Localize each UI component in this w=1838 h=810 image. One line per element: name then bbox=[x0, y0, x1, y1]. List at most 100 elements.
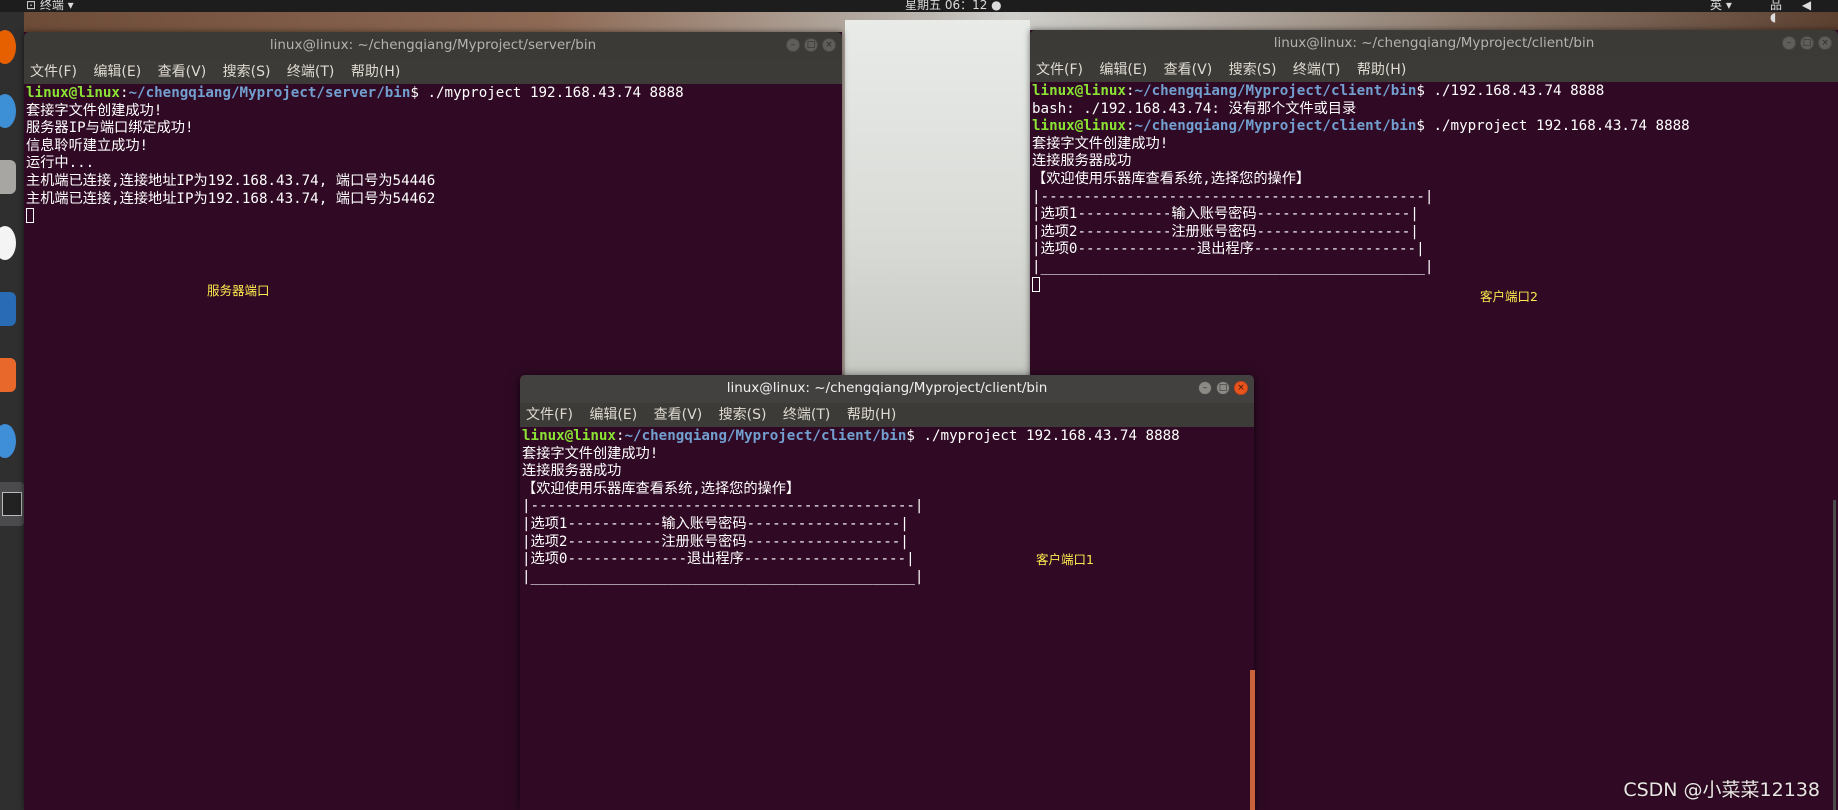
output-line: 服务器IP与端口绑定成功! bbox=[26, 120, 194, 137]
terminal-dock-icon[interactable] bbox=[0, 482, 24, 526]
writer-icon[interactable] bbox=[0, 292, 16, 326]
menu-box-line: |选项2-----------注册账号密码------------------| bbox=[1032, 223, 1419, 240]
menu-view[interactable]: 查看(V) bbox=[1164, 62, 1213, 78]
client1-terminal-window[interactable]: linux@linux: ~/chengqiang/Myproject/clie… bbox=[520, 375, 1255, 810]
output-line: 运行中... bbox=[26, 155, 95, 172]
menu-box-line: |---------------------------------------… bbox=[522, 498, 924, 515]
output-line: 【欢迎使用乐器库查看系统,选择您的操作】 bbox=[1032, 170, 1311, 187]
menu-search[interactable]: 搜索(S) bbox=[719, 407, 767, 423]
prompt-user: linux@linux bbox=[1032, 83, 1126, 99]
cursor-line bbox=[26, 208, 842, 226]
output-line: 信息聆听建立成功! bbox=[26, 137, 149, 154]
client2-menubar: 文件(F) 编辑(E) 查看(V) 搜索(S) 终端(T) 帮助(H) bbox=[1030, 58, 1838, 82]
client2-port-note: 客户端口2 bbox=[1480, 289, 1538, 304]
window-title: linux@linux: ~/chengqiang/Myproject/serv… bbox=[269, 37, 597, 53]
menu-box-line: |选项0--------------退出程序------------------… bbox=[522, 551, 915, 568]
desktop-wallpaper-center bbox=[845, 20, 1030, 380]
minimize-button[interactable]: – bbox=[1198, 381, 1212, 395]
client2-titlebar[interactable]: linux@linux: ~/chengqiang/Myproject/clie… bbox=[1030, 30, 1838, 58]
menu-edit[interactable]: 编辑(E) bbox=[1099, 62, 1147, 78]
output-line: 【欢迎使用乐器库查看系统,选择您的操作】 bbox=[522, 480, 801, 497]
output-line: 套接字文件创建成功! bbox=[522, 445, 659, 462]
text-cursor bbox=[26, 208, 34, 224]
prompt-line: linux@linux:~/chengqiang/Myproject/serve… bbox=[26, 85, 684, 101]
close-button[interactable]: × bbox=[1234, 381, 1248, 395]
output-line: 主机端已连接,连接地址IP为192.168.43.74, 端口号为54462 bbox=[26, 190, 436, 207]
prompt-line: linux@linux:~/chengqiang/Myproject/clien… bbox=[522, 428, 1180, 444]
output-line: 套接字文件创建成功! bbox=[26, 102, 163, 119]
client1-menubar: 文件(F) 编辑(E) 查看(V) 搜索(S) 终端(T) 帮助(H) bbox=[520, 403, 1254, 427]
system-tray[interactable]: 品 ◀ ◖ bbox=[1770, 0, 1838, 23]
maximize-button[interactable]: □ bbox=[804, 38, 818, 52]
minimize-button[interactable]: – bbox=[1782, 36, 1796, 50]
error-line: bash: ./192.168.43.74: 没有那个文件或目录 bbox=[1032, 100, 1357, 117]
command-text: $ ./192.168.43.74 8888 bbox=[1416, 83, 1605, 99]
prompt-line: linux@linux:~/chengqiang/Myproject/clien… bbox=[1032, 118, 1690, 135]
menu-terminal[interactable]: 终端(T) bbox=[1293, 62, 1340, 78]
command-text: $ ./myproject 192.168.43.74 8888 bbox=[906, 428, 1180, 444]
maximize-button[interactable]: □ bbox=[1216, 381, 1230, 395]
menu-box-line: |选项2-----------注册账号密码------------------| bbox=[522, 533, 909, 550]
close-button[interactable]: × bbox=[1818, 36, 1832, 50]
maximize-button[interactable]: □ bbox=[1800, 36, 1814, 50]
prompt-user: linux@linux bbox=[26, 85, 120, 101]
client1-terminal-output[interactable]: linux@linux:~/chengqiang/Myproject/clien… bbox=[522, 428, 1254, 810]
firefox-icon[interactable] bbox=[0, 30, 16, 64]
files-icon[interactable] bbox=[0, 160, 16, 194]
clock[interactable]: 星期五 06：12 ● bbox=[905, 0, 1002, 11]
software-center-icon[interactable] bbox=[0, 358, 16, 392]
menu-view[interactable]: 查看(V) bbox=[654, 407, 703, 423]
terminal-icon bbox=[2, 492, 22, 516]
output-line: 套接字文件创建成功! bbox=[1032, 135, 1169, 152]
menu-help[interactable]: 帮助(H) bbox=[847, 407, 896, 423]
menu-help[interactable]: 帮助(H) bbox=[351, 64, 400, 80]
scrollbar[interactable] bbox=[1833, 500, 1836, 810]
app-menu[interactable]: ⊡ 终端 ▾ bbox=[26, 0, 74, 11]
menu-help[interactable]: 帮助(H) bbox=[1357, 62, 1406, 78]
menu-edit[interactable]: 编辑(E) bbox=[589, 407, 637, 423]
menu-terminal[interactable]: 终端(T) bbox=[783, 407, 830, 423]
server-titlebar[interactable]: linux@linux: ~/chengqiang/Myproject/serv… bbox=[24, 32, 842, 60]
dock bbox=[0, 12, 24, 810]
client1-port-note: 客户端口1 bbox=[1036, 552, 1094, 567]
window-title: linux@linux: ~/chengqiang/Myproject/clie… bbox=[726, 380, 1048, 396]
menu-search[interactable]: 搜索(S) bbox=[1229, 62, 1277, 78]
rhythmbox-icon[interactable] bbox=[0, 226, 16, 260]
menu-box-line: |选项0--------------退出程序------------------… bbox=[1032, 241, 1425, 258]
server-port-note: 服务器端口 bbox=[207, 283, 270, 298]
close-button[interactable]: × bbox=[822, 38, 836, 52]
prompt-path: ~/chengqiang/Myproject/client/bin bbox=[624, 428, 907, 444]
menu-box-line: |_______________________________________… bbox=[522, 568, 924, 585]
prompt-path: ~/chengqiang/Myproject/client/bin bbox=[1134, 83, 1417, 99]
scrollbar[interactable] bbox=[1250, 670, 1255, 810]
window-title: linux@linux: ~/chengqiang/Myproject/clie… bbox=[1273, 35, 1595, 51]
output-line: 主机端已连接,连接地址IP为192.168.43.74, 端口号为54446 bbox=[26, 172, 436, 189]
csdn-watermark: CSDN @小菜菜12138 bbox=[1623, 779, 1820, 801]
top-panel: ⊡ 终端 ▾ 星期五 06：12 ● 英 ▾ 品 ◀ ◖ bbox=[0, 0, 1838, 23]
output-line: 连接服务器成功 bbox=[522, 463, 622, 480]
help-icon[interactable] bbox=[0, 424, 16, 458]
prompt-line: linux@linux:~/chengqiang/Myproject/clien… bbox=[1032, 83, 1605, 99]
menu-box-line: |---------------------------------------… bbox=[1032, 188, 1434, 205]
client1-titlebar[interactable]: linux@linux: ~/chengqiang/Myproject/clie… bbox=[520, 375, 1254, 403]
prompt-path: ~/chengqiang/Myproject/client/bin bbox=[1134, 118, 1417, 135]
menu-file[interactable]: 文件(F) bbox=[30, 64, 77, 80]
minimize-button[interactable]: – bbox=[786, 38, 800, 52]
thunderbird-icon[interactable] bbox=[0, 94, 16, 128]
menu-terminal[interactable]: 终端(T) bbox=[287, 64, 334, 80]
menu-file[interactable]: 文件(F) bbox=[1036, 62, 1083, 78]
text-cursor bbox=[1032, 276, 1040, 292]
prompt-path: ~/chengqiang/Myproject/server/bin bbox=[128, 85, 411, 101]
output-line: 连接服务器成功 bbox=[1032, 153, 1132, 170]
command-text: $ ./myproject 192.168.43.74 8888 bbox=[410, 85, 684, 101]
cursor-line bbox=[1032, 276, 1838, 295]
input-method-indicator[interactable]: 英 ▾ bbox=[1710, 0, 1732, 11]
menu-box-line: |_______________________________________… bbox=[1032, 258, 1434, 275]
menu-view[interactable]: 查看(V) bbox=[158, 64, 207, 80]
server-menubar: 文件(F) 编辑(E) 查看(V) 搜索(S) 终端(T) 帮助(H) bbox=[24, 60, 842, 84]
menu-search[interactable]: 搜索(S) bbox=[223, 64, 271, 80]
prompt-user: linux@linux bbox=[1032, 118, 1126, 135]
menu-file[interactable]: 文件(F) bbox=[526, 407, 573, 423]
menu-box-line: |选项1-----------输入账号密码------------------| bbox=[522, 515, 909, 532]
menu-edit[interactable]: 编辑(E) bbox=[93, 64, 141, 80]
